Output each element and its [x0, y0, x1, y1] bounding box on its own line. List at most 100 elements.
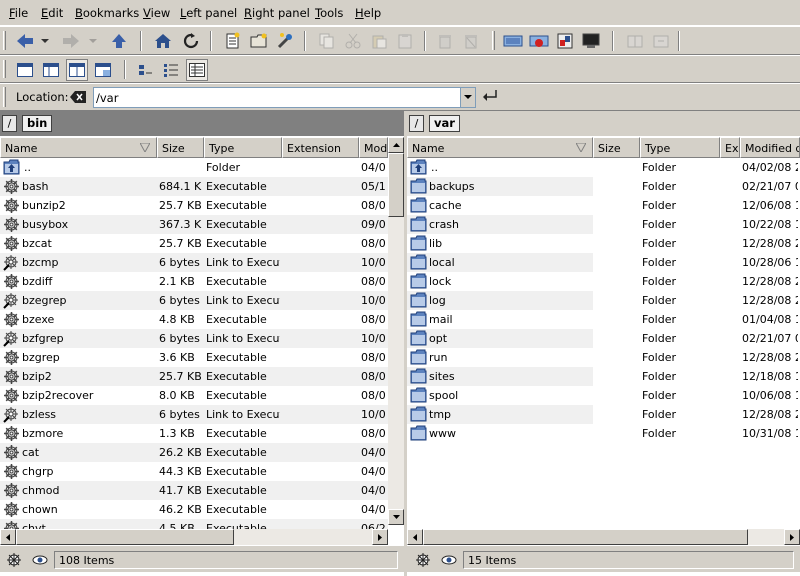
tree-two-panels-view-button[interactable]	[92, 59, 114, 81]
table-row[interactable]: bzexe 4.8 KB Executable 08/05/07 11:20	[0, 310, 388, 329]
right-root-tab[interactable]: /	[409, 115, 424, 132]
table-row[interactable]: .. Folder 04/02/08 23:21	[407, 158, 800, 177]
move-to-trash-button[interactable]	[434, 30, 456, 52]
table-row[interactable]: tmp Folder 12/28/08 22:05	[407, 405, 800, 424]
new-file-button[interactable]	[222, 30, 244, 52]
open-terminal-button[interactable]	[502, 30, 524, 52]
toolbar-grip-3[interactable]	[3, 60, 6, 78]
right-panel-col-ex[interactable]: Ex	[720, 137, 740, 158]
copy-button[interactable]	[316, 30, 338, 52]
compress-button[interactable]	[624, 30, 646, 52]
right-panel-col-name[interactable]: Name	[407, 137, 593, 158]
left-panel-col-modified-date[interactable]: Modified date	[359, 137, 388, 158]
right-panel-col-size[interactable]: Size	[593, 137, 640, 158]
up-folder-button[interactable]	[108, 30, 130, 52]
location-grip[interactable]	[3, 87, 6, 107]
table-row[interactable]: www Folder 10/31/08 12:09	[407, 424, 800, 443]
table-row[interactable]: bzmore 1.3 KB Executable 08/05/07 11:20	[0, 424, 388, 443]
menu-file[interactable]: File	[9, 6, 28, 20]
left-vertical-scrollbar[interactable]	[388, 137, 404, 525]
right-file-list[interactable]: .. Folder 04/02/08 23:21 backups Folder 02/21…	[407, 158, 800, 529]
menu-tools[interactable]: Tools	[315, 6, 343, 20]
table-row[interactable]: backups Folder 02/21/07 08:14	[407, 177, 800, 196]
detailed-list-button[interactable]	[186, 59, 208, 81]
table-row[interactable]: busybox 367.3 KB Executable 09/08/07 09:12	[0, 215, 388, 234]
table-row[interactable]: bzip2 25.7 KB Executable 08/05/07 11:20	[0, 367, 388, 386]
left-dir-tab[interactable]: bin	[22, 115, 53, 132]
table-row[interactable]: chgrp 44.3 KB Executable 04/04/07 10:31	[0, 462, 388, 481]
right-panel-col-type[interactable]: Type	[640, 137, 720, 158]
filter-eye-icon[interactable]	[441, 554, 457, 566]
cut-button[interactable]	[342, 30, 364, 52]
left-panel-col-extension[interactable]: Extension	[282, 137, 359, 158]
table-row[interactable]: run Folder 12/28/08 22:01	[407, 348, 800, 367]
back-history-dropdown-icon[interactable]	[38, 30, 52, 52]
new-folder-button[interactable]	[248, 30, 270, 52]
table-row[interactable]: opt Folder 02/21/07 08:14	[407, 329, 800, 348]
table-row[interactable]: mail Folder 01/04/08 17:33	[407, 310, 800, 329]
table-row[interactable]: lock Folder 12/28/08 21:18	[407, 272, 800, 291]
table-row[interactable]: chmod 41.7 KB Executable 04/04/07 10:31	[0, 481, 388, 500]
table-row[interactable]: spool Folder 10/06/08 19:45	[407, 386, 800, 405]
table-row[interactable]: crash Folder 10/22/08 13:05	[407, 215, 800, 234]
menu-help[interactable]: Help	[355, 6, 381, 20]
forward-button[interactable]	[60, 30, 82, 52]
left-panel-col-size[interactable]: Size	[157, 137, 204, 158]
table-row[interactable]: bzcat 25.7 KB Executable 08/05/07 11:20	[0, 234, 388, 253]
big-icons-button[interactable]	[134, 59, 156, 81]
table-row[interactable]: bzgrep 3.6 KB Executable 08/05/07 11:20	[0, 348, 388, 367]
show-hidden-icon[interactable]	[415, 552, 431, 568]
location-dropdown-button[interactable]	[460, 87, 476, 108]
table-row[interactable]: lib Folder 12/28/08 21:17	[407, 234, 800, 253]
table-row[interactable]: bzip2recover 8.0 KB Executable 08/05/07 11:…	[0, 386, 388, 405]
table-row[interactable]: bzcmp 6 bytes Link to Executable 10/06/07 1…	[0, 253, 388, 272]
table-row[interactable]: cat 26.2 KB Executable 04/04/07 10:31	[0, 443, 388, 462]
delete-button[interactable]	[460, 30, 482, 52]
right-horizontal-scrollbar[interactable]	[407, 529, 800, 545]
left-panel-col-type[interactable]: Type	[204, 137, 282, 158]
table-row[interactable]: cache Folder 12/06/08 11:42	[407, 196, 800, 215]
forward-history-dropdown-icon[interactable]	[86, 30, 100, 52]
extract-button[interactable]	[650, 30, 672, 52]
left-root-tab[interactable]: /	[2, 115, 17, 132]
show-hidden-icon[interactable]	[6, 552, 22, 568]
go-button[interactable]	[482, 89, 500, 105]
home-button[interactable]	[152, 30, 174, 52]
filter-eye-icon[interactable]	[32, 554, 48, 566]
left-horizontal-scrollbar[interactable]	[0, 529, 388, 545]
menu-left-panel[interactable]: Left panel	[180, 6, 237, 20]
table-row[interactable]: sites Folder 12/18/08 12:30	[407, 367, 800, 386]
table-row[interactable]: bzfgrep 6 bytes Link to Executable 10/06/07…	[0, 329, 388, 348]
right-dir-tab[interactable]: var	[429, 115, 460, 132]
toolbar-grip[interactable]	[3, 31, 6, 50]
table-row[interactable]: bzegrep 6 bytes Link to Executable 10/06/07…	[0, 291, 388, 310]
table-row[interactable]: bzless 6 bytes Link to Executable 10/06/07 …	[0, 405, 388, 424]
back-button[interactable]	[14, 30, 36, 52]
left-file-list[interactable]: .. Folder 04/02/08 23:21 bash 684.1 KB Execut…	[0, 158, 388, 545]
table-row[interactable]: log Folder 12/28/08 21:18	[407, 291, 800, 310]
properties-button[interactable]	[274, 30, 296, 52]
small-icons-button[interactable]	[160, 59, 182, 81]
tree-view-button[interactable]	[40, 59, 62, 81]
clipboard-button[interactable]	[394, 30, 416, 52]
refresh-button[interactable]	[180, 30, 202, 52]
clear-location-button[interactable]	[70, 91, 86, 103]
menu-edit[interactable]: Edit	[41, 6, 63, 20]
two-panels-view-button[interactable]	[66, 59, 88, 81]
table-row[interactable]: chown 46.2 KB Executable 04/04/07 10:31	[0, 500, 388, 519]
one-panel-view-button[interactable]	[14, 59, 36, 81]
table-row[interactable]: local Folder 10/28/06 16:40	[407, 253, 800, 272]
dismount-button[interactable]	[528, 30, 550, 52]
right-panel-col-modified-date[interactable]: Modified date	[740, 137, 800, 158]
menu-bookmarks[interactable]: Bookmarks	[75, 6, 139, 20]
paste-button[interactable]	[368, 30, 390, 52]
table-row[interactable]: bzdiff 2.1 KB Executable 08/05/07 11:20	[0, 272, 388, 291]
toolbar-grip-2[interactable]	[492, 31, 495, 50]
menu-right-panel[interactable]: Right panel	[244, 6, 310, 20]
left-panel-col-name[interactable]: Name	[0, 137, 157, 158]
menu-view[interactable]: View	[143, 6, 170, 20]
terminal-button[interactable]	[580, 30, 602, 52]
table-row[interactable]: .. Folder 04/02/08 23:21	[0, 158, 388, 177]
mount-button[interactable]	[554, 30, 576, 52]
location-input[interactable]: /var	[93, 87, 461, 108]
